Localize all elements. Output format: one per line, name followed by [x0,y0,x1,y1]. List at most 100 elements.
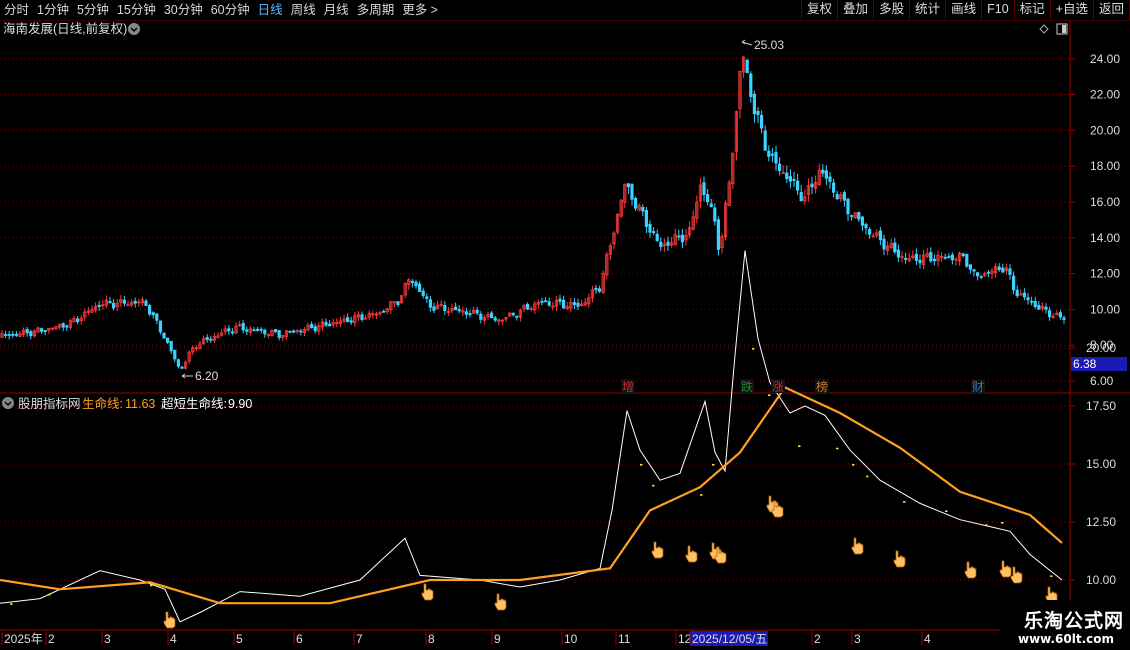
candle-body [381,310,386,313]
event-marker-1[interactable]: 跌 [741,379,753,394]
candle-body [713,207,717,222]
short-life-line-label: 超短生命线: [161,396,227,411]
candle-body [950,254,955,261]
hand-pointer-icon [893,550,906,568]
candle-body [562,299,566,309]
date-axis: 2025年 2 3 4 5 6 7 8 9 10 11 12 2025/12/05/五 2 3 4 [1,631,931,646]
event-marker-4[interactable]: 财 [972,380,984,394]
candle-body [788,176,793,182]
candle-body [997,266,1001,270]
candle-body [1048,310,1052,318]
hand-pointer-icon [714,546,727,564]
signal-dot [712,464,715,466]
current-price-value: 6.38 [1073,357,1097,371]
price-tick-5: 14.00 [1090,231,1120,245]
date-label-0: 2025年 [4,632,43,646]
price-tick-4: 16.00 [1090,195,1120,209]
signal-dot [752,348,755,350]
candle-body [979,276,983,278]
candle-body [360,314,364,321]
candle-body [410,280,415,284]
price-tick-0: 24.00 [1090,52,1120,66]
price-tick-9: 6.00 [1090,374,1114,388]
candle-body [1015,289,1019,297]
candle-body [1033,301,1037,308]
candle-body [835,194,839,200]
candle-body [309,323,314,329]
hand-pointer-icon [494,593,507,611]
candle-body [943,256,947,259]
signal-dot [985,524,988,526]
candle-body [824,170,829,179]
candle-body [475,309,479,314]
candle-body [126,304,130,307]
candle-body [1030,300,1034,303]
event-marker-2[interactable]: 涨 [772,379,784,394]
price-tick-2: 20.00 [1090,123,1120,137]
candle-body [1058,312,1062,318]
candle-body [327,323,332,327]
candle-body [291,330,296,333]
stock-chart[interactable]: 海南发展(日线,前复权) 25.03 6.20 24.00 22.00 20.00 1… [0,0,1130,650]
watermark-logo: 乐淘公式网 www.60lt.com [1000,600,1130,650]
candle-body [857,211,861,220]
date-label-3: 4 [170,632,177,646]
candle-body [1001,267,1005,273]
candle-body [666,241,670,246]
candle-body [259,328,263,331]
candle-body [976,272,980,277]
event-marker-0[interactable]: 增 [622,380,634,394]
candle-body [169,340,173,352]
candle-body [644,210,649,227]
candle-body [29,331,33,337]
candle-body [770,153,775,156]
candle-body [255,328,260,331]
candle-body [7,334,11,337]
candle-body [594,287,598,291]
candle-body [158,320,162,333]
candle-body [1022,292,1027,298]
candlestick-series [0,56,1066,370]
candle-body [14,333,18,336]
candle-body [165,337,170,343]
candle-body [598,288,602,292]
layout-icon[interactable] [1056,23,1068,35]
candle-body [180,366,184,369]
panel-options-icon[interactable] [128,23,140,35]
candle-body [947,256,951,258]
candle-body [986,271,991,274]
candle-body [144,300,148,306]
date-label-10: 11 [618,632,631,646]
candle-body [572,302,577,305]
candle-body [515,315,519,318]
candle-body [706,194,710,203]
signal-dot [48,593,51,596]
signal-dot [1001,522,1004,524]
signal-dot [1050,575,1053,577]
candle-body [547,301,551,306]
svg-text:25.03: 25.03 [754,38,784,52]
candle-body [1037,304,1041,310]
candle-body [155,313,159,321]
date-label-14: 3 [854,632,861,646]
diamond-icon[interactable] [1039,24,1049,34]
hand-pointer-icon [651,541,664,559]
hand-pointer-icon [421,583,434,601]
candle-body [1026,297,1030,301]
hand-pointer-icon [964,561,977,579]
event-marker-3[interactable]: 榜 [816,379,828,394]
candle-body [252,329,256,332]
candle-body [749,73,753,97]
signal-dot [852,464,855,466]
price-tick-6: 12.00 [1090,267,1120,281]
candle-body [11,334,15,336]
candle-body [850,215,854,217]
candle-body [796,180,800,191]
candle-body [968,264,973,270]
indicator-options-icon[interactable] [2,397,14,409]
candle-body [778,163,782,172]
candle-body [893,242,897,253]
candle-body [25,329,29,334]
signal-dot [700,494,703,496]
candle-body [868,229,872,235]
